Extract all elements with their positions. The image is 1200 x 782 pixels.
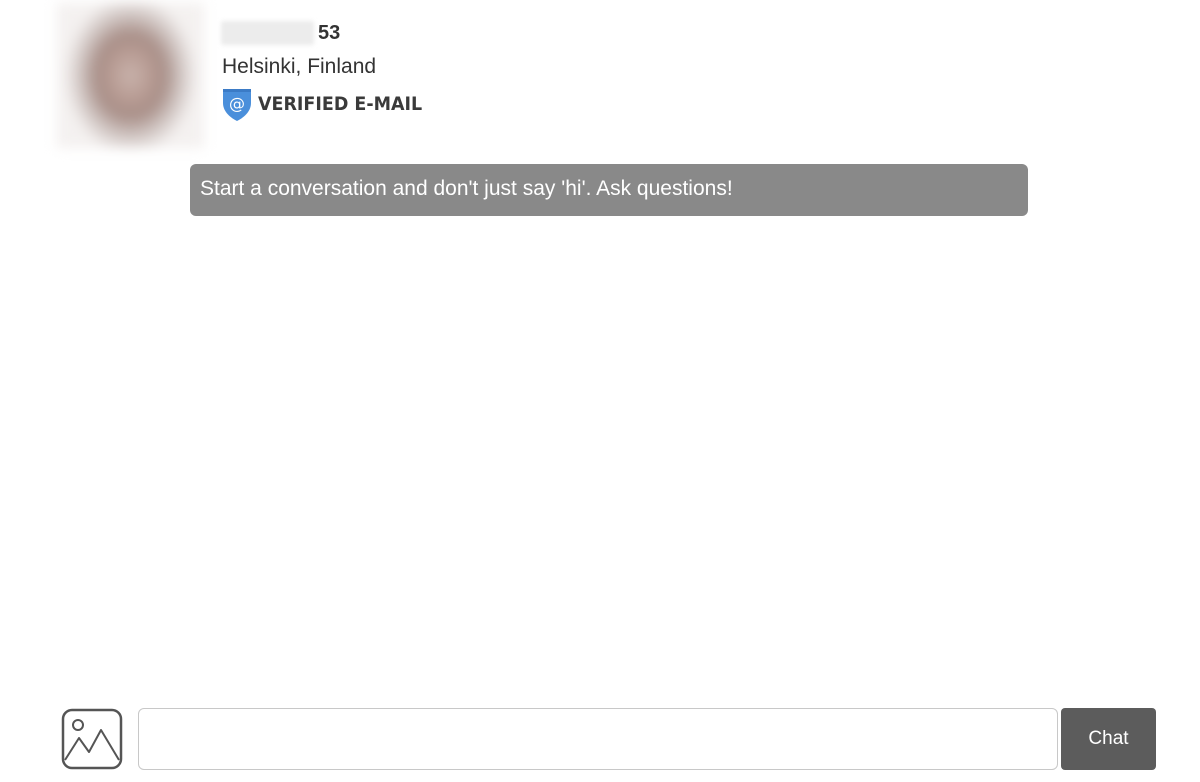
- svg-text:@: @: [229, 94, 245, 113]
- blurred-name: [221, 21, 314, 45]
- image-icon: [61, 708, 123, 774]
- avatar[interactable]: [57, 3, 204, 148]
- attach-image-button[interactable]: [61, 708, 123, 770]
- at-shield-icon: @: [221, 86, 253, 122]
- profile-age: 53: [318, 21, 341, 44]
- chat-page: 53 Helsinki, Finland @ VERIFIED E-MAIL S…: [0, 0, 1200, 782]
- conversation-hint: Start a conversation and don't just say …: [190, 164, 1028, 216]
- profile-location: Helsinki, Finland: [222, 55, 377, 78]
- message-input[interactable]: [138, 708, 1058, 770]
- verified-label: VERIFIED E-MAIL: [258, 93, 423, 115]
- verified-email-badge: @ VERIFIED E-MAIL: [221, 86, 436, 122]
- chat-send-button[interactable]: Chat: [1061, 708, 1156, 770]
- profile-name-row: 53: [221, 20, 340, 46]
